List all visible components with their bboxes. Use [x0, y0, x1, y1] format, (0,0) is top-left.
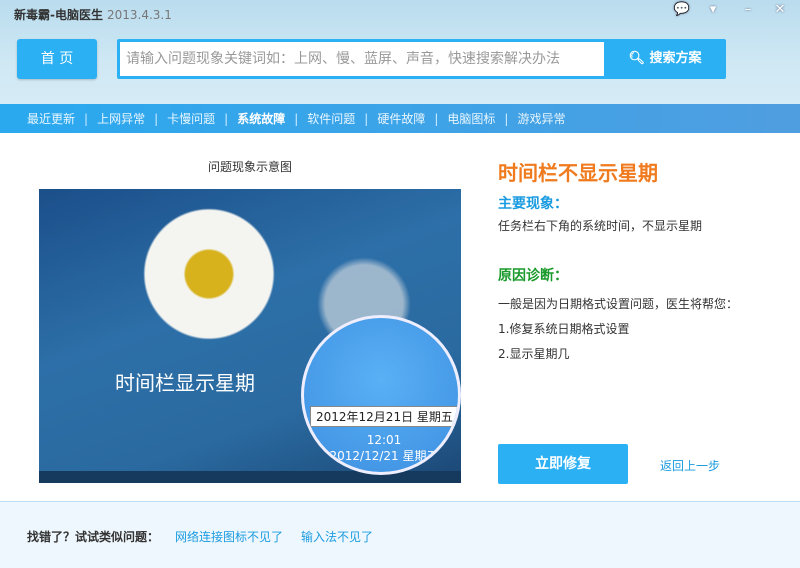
overlay-text: 时间栏显示星期	[115, 371, 255, 395]
clock-date: 2012/12/21 星期五	[329, 449, 439, 463]
illustration-image: 时间栏显示星期 2012年12月21日 星期五 12:01 2012/12/21 …	[39, 189, 461, 483]
nav-item[interactable]: 软件问题	[307, 110, 355, 127]
similar-link[interactable]: 输入法不见了	[301, 528, 373, 545]
menu-icon[interactable]: ▾	[703, 2, 723, 20]
nav-separator: |	[154, 111, 159, 126]
header: 新毒霸-电脑医生2013.4.3.1 💬 ▾ – ✕ 首 页 🔍︎ 搜索方案	[0, 0, 800, 104]
fix-now-button[interactable]: 立即修复	[498, 444, 628, 484]
symptom-text: 任务栏右下角的系统时间，不显示星期	[498, 219, 703, 233]
back-link[interactable]: 返回上一步	[660, 457, 720, 474]
search-icon: 🔍︎	[628, 51, 650, 66]
search-input[interactable]	[120, 42, 604, 76]
search-button[interactable]: 🔍︎ 搜索方案	[604, 39, 726, 79]
nav-item[interactable]: 游戏异常	[517, 110, 565, 127]
nav-separator: |	[84, 111, 89, 126]
step-1: 1.修复系统日期格式设置	[498, 322, 630, 336]
nav-item[interactable]: 电脑图标	[447, 110, 495, 127]
date-tooltip: 2012年12月21日 星期五	[310, 406, 458, 427]
flower-graphic	[134, 199, 284, 349]
diagnosis-text: 一般是因为日期格式设置问题，医生将帮您：	[498, 297, 739, 311]
nav-separator: |	[504, 111, 509, 126]
nav-separator: |	[294, 111, 299, 126]
nav-item[interactable]: 上网异常	[97, 110, 145, 127]
category-nav: 最近更新 | 上网异常 | 卡慢问题 | 系统故障 | 软件问题 | 硬件故障 | 电脑图标 | 游戏异常	[0, 104, 800, 133]
minimize-icon[interactable]: –	[738, 2, 758, 20]
symptom-heading: 主要现象：	[498, 196, 568, 212]
nav-item[interactable]: 系统故障	[237, 110, 285, 127]
diagnosis-heading: 原因诊断：	[498, 268, 568, 284]
similar-link[interactable]: 网络连接图标不见了	[175, 528, 283, 545]
version: 2013.4.3.1	[106, 8, 172, 22]
nav-separator: |	[364, 111, 369, 126]
taskbar-clock: 12:01 2012/12/21 星期五	[304, 432, 458, 464]
home-button[interactable]: 首 页	[17, 39, 97, 79]
nav-separator: |	[434, 111, 439, 126]
window-title: 新毒霸-电脑医生 2013.4.3.1	[14, 8, 172, 22]
chat-icon[interactable]: 💬	[672, 2, 692, 20]
illustration-caption: 问题现象示意图	[207, 160, 292, 174]
nav-item[interactable]: 卡慢问题	[167, 110, 215, 127]
close-icon[interactable]: ✕	[770, 2, 790, 20]
footer: 找错了？试试类似问题： 网络连接图标不见了 输入法不见了	[0, 501, 800, 568]
search-bar: 🔍︎ 搜索方案	[117, 39, 726, 79]
search-button-label: 搜索方案	[649, 51, 702, 66]
clock-time: 12:01	[366, 433, 402, 447]
nav-item[interactable]: 最近更新	[27, 110, 75, 127]
similar-label: 找错了？试试类似问题：	[27, 530, 160, 544]
magnifier: 2012年12月21日 星期五 12:01 2012/12/21 星期五	[301, 315, 461, 475]
nav-separator: |	[224, 111, 229, 126]
problem-title: 时间栏不显示星期	[498, 161, 658, 185]
nav-item[interactable]: 硬件故障	[377, 110, 425, 127]
step-2: 2.显示星期几	[498, 347, 570, 361]
